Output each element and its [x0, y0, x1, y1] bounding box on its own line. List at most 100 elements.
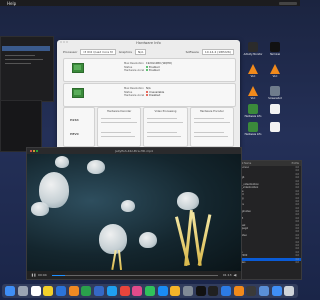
- section-title: Hardware Encoder: [199, 110, 224, 113]
- volume-icon[interactable]: ◀): [234, 273, 237, 277]
- background-window[interactable]: [0, 36, 54, 102]
- desktop-icon[interactable]: Terminal: [268, 42, 282, 56]
- desktop-icon-label: Terminal: [269, 53, 281, 56]
- jellyfish: [177, 192, 199, 210]
- software-select[interactable]: 10.14.4 (18E226): [201, 48, 234, 55]
- quicktime-icon[interactable]: [246, 286, 257, 296]
- hardware-info-window: Hardware Info Processor I3 ID2 Quad Core…: [57, 40, 240, 151]
- settings-icon[interactable]: [182, 286, 193, 296]
- minimize-button[interactable]: [33, 150, 35, 152]
- codec-hevc-label: HEVC: [70, 132, 80, 136]
- messages-icon[interactable]: [144, 286, 155, 296]
- screenshot-icon: [270, 86, 280, 96]
- video-player-window: Jellyfish-4K-Ultra-HD.mp4 ❚❚ 00:04 01:13…: [26, 147, 242, 280]
- photos-icon[interactable]: [170, 286, 181, 296]
- jellyfish: [31, 202, 49, 216]
- app-icon[interactable]: [56, 286, 67, 296]
- hardware-encoder-column: Hardware Encoder: [189, 107, 234, 147]
- background-window-2[interactable]: [0, 100, 42, 152]
- desktop-icon[interactable]: Activity Monitor: [243, 42, 263, 56]
- pause-icon[interactable]: ❚❚: [31, 273, 36, 277]
- desktop-icon[interactable]: VLC: [268, 64, 282, 78]
- chip-icon: [248, 104, 258, 114]
- calendar-icon[interactable]: [30, 286, 41, 296]
- dock: [2, 284, 298, 298]
- jellyfish: [139, 232, 157, 248]
- menu-app-name[interactable]: Help: [7, 1, 16, 6]
- zoom-button[interactable]: [36, 150, 38, 152]
- column-header-profile: Profile: [291, 162, 299, 165]
- processor-select[interactable]: I3 ID2 Quad Core M: [80, 48, 116, 55]
- jellyfish: [121, 200, 135, 212]
- close-button[interactable]: [30, 150, 32, 152]
- gpu-card-1: Max Resolution 1920x1080 (WQHD) Status Ena…: [63, 58, 236, 82]
- document-icon: [270, 104, 280, 114]
- tentacle: [197, 214, 212, 266]
- vlc-icon: [270, 64, 280, 74]
- hardware-decoder-column: Hardware Decoder: [97, 107, 142, 147]
- desktop-icon[interactable]: [268, 122, 282, 133]
- jellyfish: [87, 160, 105, 174]
- desktop-icon-label: Hardware Info: [244, 115, 262, 118]
- finder-icon[interactable]: [5, 286, 16, 296]
- desktop-icon-label: VLC: [250, 97, 256, 100]
- status-error-icon: [146, 90, 148, 93]
- gpu-chip-icon: [72, 63, 84, 73]
- desktop-icon-label: VLC: [250, 75, 256, 78]
- desktop-icon[interactable]: Hardware Info: [244, 122, 262, 136]
- menu-bar: Help: [0, 0, 300, 6]
- chip-icon: [248, 122, 258, 132]
- software-label: Software: [185, 49, 199, 54]
- time-remaining: 01:13: [222, 273, 232, 277]
- status-ok-icon: [146, 69, 148, 72]
- codec-name: dvvideo: [236, 261, 285, 264]
- terminal-icon[interactable]: [195, 286, 206, 296]
- preview-icon[interactable]: [259, 286, 270, 296]
- codec-profile: 4.0: [295, 260, 299, 264]
- desktop-icon-label: Screenshot: [268, 97, 282, 100]
- trash-icon[interactable]: [284, 286, 295, 296]
- video-frame[interactable]: [27, 154, 241, 271]
- column-header-name: Format Name: [235, 162, 252, 165]
- seek-bar[interactable]: [51, 274, 218, 276]
- player-title: Jellyfish-4K-Ultra-HD.mp4: [115, 149, 153, 153]
- desktop-icon[interactable]: VLC: [246, 86, 260, 100]
- jellyfish: [99, 224, 127, 254]
- activity-icon: [248, 42, 258, 52]
- pages-icon[interactable]: [68, 286, 79, 296]
- launchpad-icon[interactable]: [18, 286, 29, 296]
- status-error-icon: [146, 94, 148, 97]
- downloads-icon[interactable]: [271, 286, 282, 296]
- window-title: Hardware Info: [136, 41, 161, 45]
- list-item[interactable]: dvvideo 4.0: [233, 261, 301, 264]
- player-controls: ❚❚ 00:04 01:13 ◀): [27, 271, 241, 279]
- graphics-select[interactable]: N/A: [134, 48, 147, 55]
- desktop-icon[interactable]: [268, 104, 282, 115]
- desktop-icon[interactable]: VLC: [246, 64, 260, 78]
- keynote-icon[interactable]: [94, 286, 105, 296]
- tentacle: [117, 249, 123, 271]
- toolbar: Processor I3 ID2 Quad Core M Graphics N/…: [63, 48, 234, 55]
- time-elapsed: 00:04: [38, 273, 47, 277]
- gpu-chip-icon: [72, 88, 84, 98]
- xcode-icon[interactable]: [221, 286, 232, 296]
- gpu-card-2: Max Resolution N/A Status Unavailable Hard…: [63, 83, 236, 107]
- itunes-icon[interactable]: [132, 286, 143, 296]
- desktop-icon-label: VLC: [272, 75, 278, 78]
- codec-column: H264 HEVC: [63, 107, 95, 147]
- appstore-icon[interactable]: [157, 286, 168, 296]
- selected-row: [2, 46, 50, 51]
- document-icon: [270, 122, 280, 132]
- desktop-icon-label: Activity Monitor: [243, 53, 263, 56]
- desktop-icon-label: Hardware Info: [244, 133, 262, 136]
- section-title: Hardware Decoder: [107, 110, 132, 113]
- desktop-icon[interactable]: Screenshot: [268, 86, 282, 100]
- chrome-icon[interactable]: [119, 286, 130, 296]
- desktop-icon[interactable]: Hardware Info: [244, 104, 262, 118]
- notes-icon[interactable]: [43, 286, 54, 296]
- numbers-icon[interactable]: [81, 286, 92, 296]
- safari-icon[interactable]: [106, 286, 117, 296]
- vlc-icon[interactable]: [233, 286, 244, 296]
- activity-icon[interactable]: [208, 286, 219, 296]
- status-ok-icon: [146, 65, 148, 68]
